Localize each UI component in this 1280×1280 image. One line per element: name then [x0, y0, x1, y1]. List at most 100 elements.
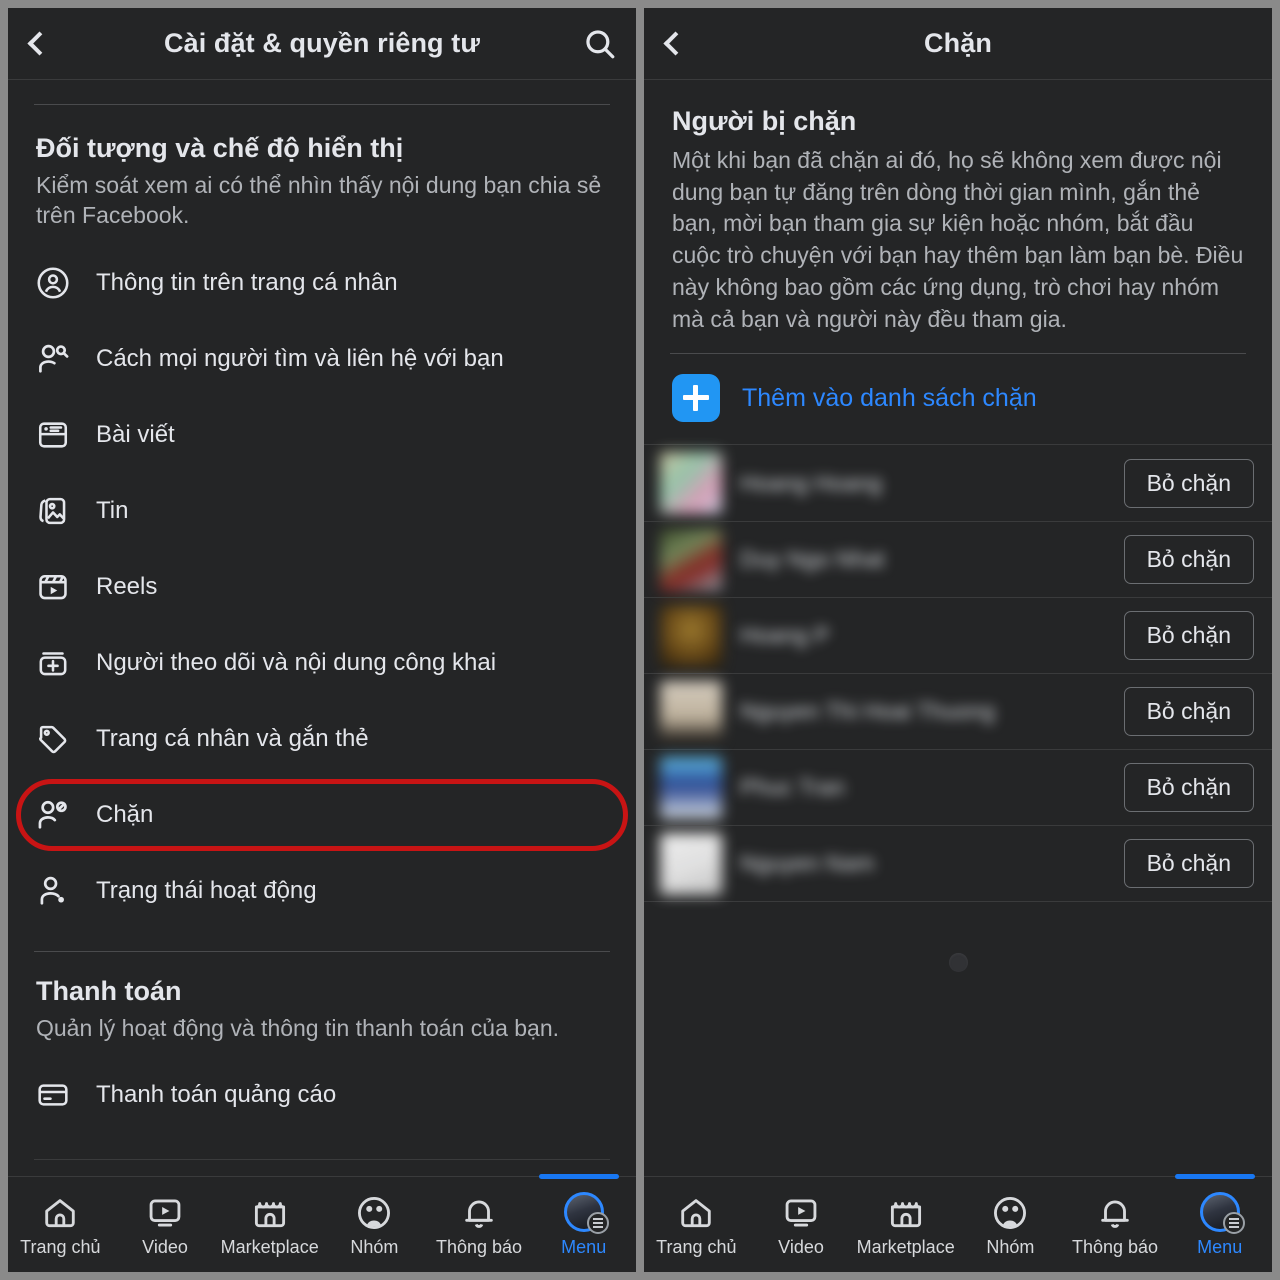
posts-card-icon	[32, 414, 74, 456]
nav-tab-video[interactable]: Video	[113, 1192, 218, 1258]
audience-menu-list: Thông tin trên trang cá nhân Cách mọi ng…	[8, 231, 636, 929]
nav-tab-label: Trang chủ	[656, 1236, 737, 1257]
avatar	[563, 1191, 609, 1234]
nav-tab-label: Marketplace	[856, 1236, 955, 1257]
sidebar-item-label: Thanh toán quảng cáo	[96, 1080, 337, 1108]
audience-section-title: Đối tượng và chế độ hiển thị	[36, 133, 404, 163]
nav-tab-notifications[interactable]: Thông báo	[1063, 1192, 1168, 1258]
avatar	[660, 680, 722, 743]
active-tab-indicator	[539, 1174, 620, 1179]
blocked-user-name: Nguyen Thi Hoai Thuong	[740, 698, 995, 725]
nav-tab-label: Video	[142, 1236, 188, 1257]
bell-icon	[460, 1192, 498, 1232]
follower-add-icon	[32, 642, 74, 684]
search-icon	[586, 29, 615, 58]
table-row[interactable]: Hoang P Bỏ chặn	[644, 597, 1272, 673]
right-scroll-body[interactable]: Người bị chặn Một khi bạn đã chặn ai đó,…	[644, 80, 1272, 1176]
hamburger-badge-icon	[586, 1211, 609, 1234]
chevron-left-icon	[662, 31, 688, 56]
right-screen-blocking: Chặn Người bị chặn Một khi bạn đã chặn a…	[644, 8, 1272, 1272]
nav-tab-label: Menu	[1197, 1236, 1243, 1257]
unblock-button[interactable]: Bỏ chặn	[1123, 535, 1254, 585]
sidebar-item-label: Trạng thái hoạt động	[96, 876, 317, 904]
active-tab-indicator	[1175, 1174, 1256, 1179]
table-row[interactable]: Duy Ngo Nhat Bỏ chặn	[644, 521, 1272, 597]
nav-tab-menu[interactable]: Menu	[1167, 1191, 1272, 1258]
bell-icon	[1096, 1192, 1134, 1232]
avatar	[1199, 1191, 1245, 1234]
menu-avatar-icon	[563, 1191, 609, 1234]
bottom-divider	[34, 1159, 610, 1161]
right-header: Chặn	[644, 8, 1272, 80]
video-icon	[146, 1192, 184, 1232]
nav-tab-groups[interactable]: Nhóm	[958, 1192, 1063, 1258]
unblock-button[interactable]: Bỏ chặn	[1123, 611, 1254, 661]
bottom-nav-right: Trang chủ Video Marketplace Nhóm Thông b…	[644, 1174, 1272, 1272]
sidebar-item-label: Trang cá nhân và gắn thẻ	[96, 724, 369, 752]
nav-tab-marketplace[interactable]: Marketplace	[853, 1192, 958, 1258]
tag-icon	[32, 718, 74, 760]
loading-area	[644, 902, 1272, 1022]
nav-tab-video[interactable]: Video	[749, 1192, 854, 1258]
sidebar-item-stories[interactable]: Tin	[8, 473, 636, 549]
blocked-users-title: Người bị chặn	[672, 106, 857, 136]
sidebar-item-profile-and-tagging[interactable]: Trang cá nhân và gắn thẻ	[8, 701, 636, 777]
left-screen-settings: Cài đặt & quyền riêng tư Đối tượng và ch…	[8, 8, 636, 1272]
left-scroll-body[interactable]: Đối tượng và chế độ hiển thị Kiểm soát x…	[8, 80, 636, 1176]
nav-tab-notifications[interactable]: Thông báo	[427, 1192, 532, 1258]
reels-clapper-icon	[32, 566, 74, 608]
table-row[interactable]: Hoang Hoang Bỏ chặn	[644, 445, 1272, 521]
nav-tab-home[interactable]: Trang chủ	[8, 1192, 113, 1258]
sidebar-item-how-people-find-you[interactable]: Cách mọi người tìm và liên hệ với bạn	[8, 321, 636, 397]
table-row[interactable]: Nguyen Thi Hoai Thuong Bỏ chặn	[644, 673, 1272, 749]
nav-tab-home[interactable]: Trang chủ	[644, 1192, 749, 1258]
sidebar-item-reels[interactable]: Reels	[8, 549, 636, 625]
back-button[interactable]	[644, 8, 706, 80]
blocked-user-name: Hoang Hoang	[740, 469, 882, 496]
sidebar-item-label: Chặn	[96, 800, 154, 828]
blocked-user-name: Nguyen Nam	[740, 850, 875, 877]
hamburger-badge-icon	[1222, 1211, 1245, 1234]
home-icon	[677, 1192, 715, 1232]
search-button[interactable]	[564, 8, 636, 80]
avatar	[660, 452, 722, 515]
nav-tab-label: Marketplace	[220, 1236, 319, 1257]
sidebar-item-blocking[interactable]: Chặn	[8, 777, 636, 853]
nav-tab-label: Nhóm	[350, 1236, 399, 1257]
unblock-button[interactable]: Bỏ chặn	[1123, 458, 1254, 508]
nav-tab-marketplace[interactable]: Marketplace	[217, 1192, 322, 1258]
nav-tab-label: Nhóm	[986, 1236, 1035, 1257]
unblock-button[interactable]: Bỏ chặn	[1123, 839, 1254, 889]
person-block-icon	[32, 794, 74, 836]
credit-card-icon	[32, 1074, 74, 1116]
loading-spinner-icon	[948, 952, 968, 972]
home-icon	[41, 1192, 79, 1232]
nav-tab-label: Thông báo	[1071, 1236, 1159, 1257]
nav-tab-groups[interactable]: Nhóm	[322, 1192, 427, 1258]
sidebar-item-followers-public-content[interactable]: Người theo dõi và nội dung công khai	[8, 625, 636, 701]
avatar	[660, 756, 722, 819]
sidebar-item-ad-payments[interactable]: Thanh toán quảng cáo	[8, 1057, 636, 1133]
audience-section-description: Kiểm soát xem ai có thể nhìn thấy nội du…	[36, 172, 602, 229]
marketplace-icon	[887, 1192, 925, 1232]
table-row[interactable]: Phuc Tran Bỏ chặn	[644, 749, 1272, 825]
add-to-block-list-label: Thêm vào danh sách chặn	[742, 383, 1037, 412]
unblock-button[interactable]: Bỏ chặn	[1123, 763, 1254, 813]
unblock-button[interactable]: Bỏ chặn	[1123, 687, 1254, 737]
groups-icon	[355, 1192, 393, 1232]
sidebar-item-label: Reels	[96, 572, 158, 600]
blocked-users-description: Một khi bạn đã chặn ai đó, họ sẽ không x…	[672, 147, 1244, 332]
nav-tab-label: Thông báo	[435, 1236, 523, 1257]
back-button[interactable]	[8, 8, 70, 80]
add-to-block-list-button[interactable]: Thêm vào danh sách chặn	[644, 354, 1272, 444]
table-row[interactable]: Nguyen Nam Bỏ chặn	[644, 825, 1272, 901]
nav-tab-menu[interactable]: Menu	[531, 1191, 636, 1258]
groups-icon	[991, 1192, 1029, 1232]
sidebar-item-active-status[interactable]: Trạng thái hoạt động	[8, 853, 636, 929]
sidebar-item-posts[interactable]: Bài viết	[8, 397, 636, 473]
blocked-user-name: Hoang P	[740, 622, 830, 649]
payment-menu-list: Thanh toán quảng cáo	[8, 1043, 636, 1133]
sidebar-item-profile-information[interactable]: Thông tin trên trang cá nhân	[8, 245, 636, 321]
screenshot-root: Cài đặt & quyền riêng tư Đối tượng và ch…	[0, 0, 1280, 1280]
nav-tab-label: Menu	[561, 1236, 607, 1257]
